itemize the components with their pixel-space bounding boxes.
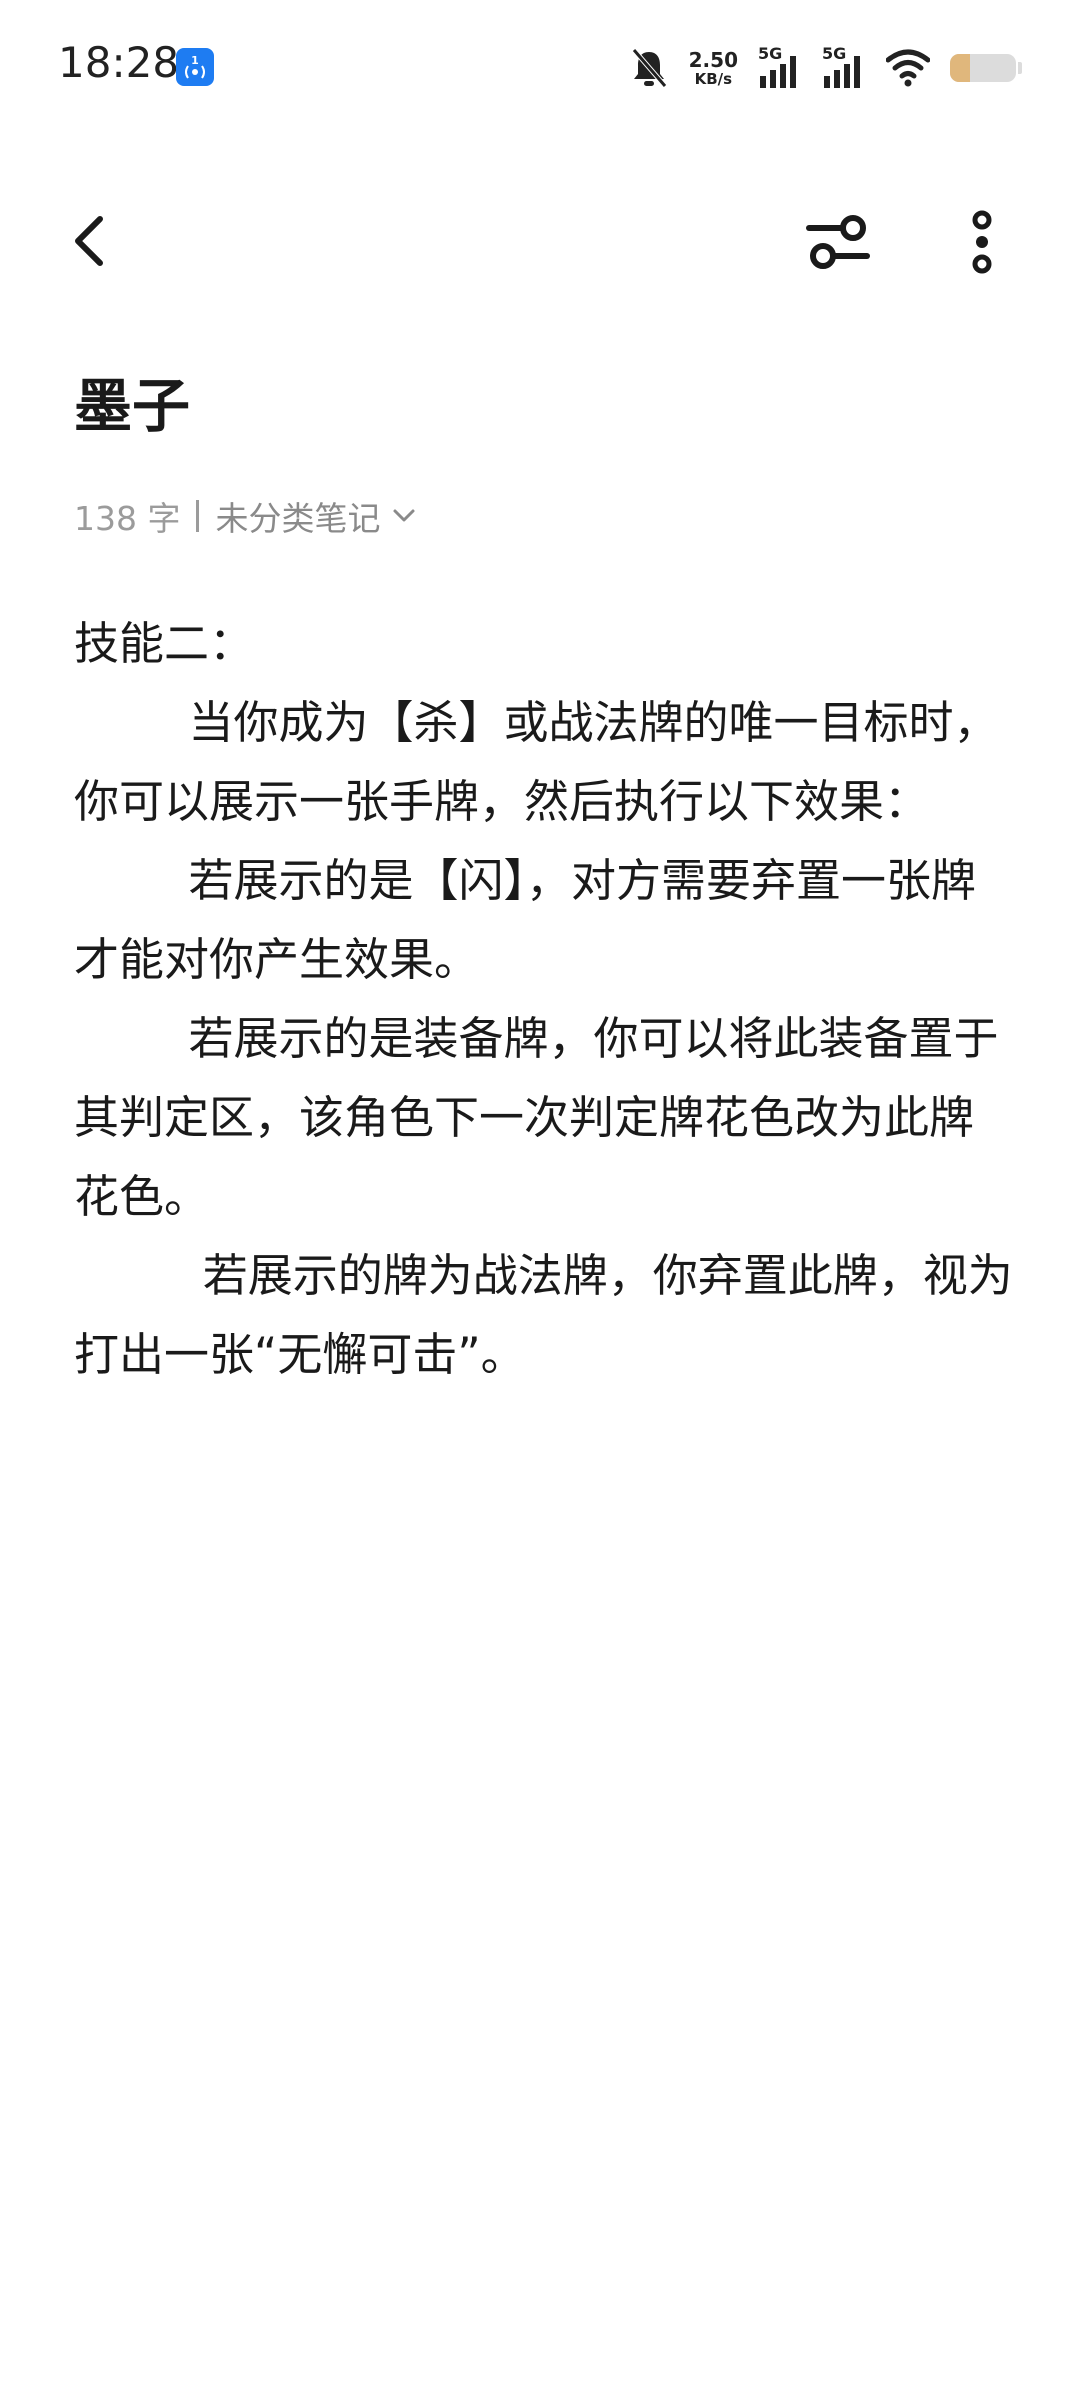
more-options-button[interactable] xyxy=(944,204,1020,280)
note-paragraph: 若展示的牌为战法牌，你弃置此牌，视为打出一张“无懈可击”。 xyxy=(74,1249,1013,1381)
network-speed-value: 2.50 xyxy=(688,47,738,72)
note-paragraph: 当你成为【杀】或战法牌的唯一目标时，你可以展示一张手牌，然后执行以下效果： xyxy=(74,696,999,828)
note-settings-button[interactable] xyxy=(800,204,876,280)
category-selector[interactable]: 未分类笔记 xyxy=(215,492,380,540)
note-paragraph: 技能二： xyxy=(74,617,255,670)
network-speed-unit: KB/s xyxy=(694,69,733,88)
more-vertical-icon xyxy=(972,210,992,274)
note-meta: 138 字 未分类笔记 xyxy=(74,492,416,540)
back-button[interactable] xyxy=(58,206,122,276)
note-toolbar xyxy=(0,180,1080,300)
signal-icon: 5G xyxy=(758,44,802,90)
battery-body xyxy=(950,54,1016,82)
note-paragraph: 若展示的是【闪】，对方需要弃置一张牌才能对你产生效果。 xyxy=(74,854,976,986)
svg-text:1: 1 xyxy=(191,54,199,67)
note-body[interactable]: 技能二： 当你成为【杀】或战法牌的唯一目标时，你可以展示一张手牌，然后执行以下效… xyxy=(74,604,1014,1394)
status-time: 18:28 xyxy=(58,38,180,87)
meta-divider xyxy=(196,500,200,532)
note-title[interactable]: 墨子 xyxy=(74,372,190,442)
app-notification-icon: 1 xyxy=(176,48,214,86)
wifi-icon xyxy=(886,48,930,88)
sliders-icon xyxy=(806,215,870,269)
network-speed: 2.50 KB/s xyxy=(689,50,738,87)
chevron-left-icon xyxy=(75,216,103,266)
category-label: 未分类笔记 xyxy=(215,499,381,538)
chevron-down-icon[interactable] xyxy=(392,508,416,524)
signal-icon: 5G xyxy=(822,44,866,90)
battery-cap xyxy=(1018,62,1022,74)
battery-icon xyxy=(950,54,1022,82)
status-bar: 18:28 1 2.50 KB/s 5G 5G xyxy=(0,0,1080,134)
bell-muted-icon xyxy=(629,46,669,90)
note-screen: 18:28 1 2.50 KB/s 5G 5G 墨子 138 字 未分类笔记 技… xyxy=(0,0,1080,2400)
status-icons: 2.50 KB/s 5G 5G xyxy=(609,40,1022,96)
battery-fill xyxy=(950,54,970,82)
word-count: 138 字 xyxy=(74,499,181,538)
note-paragraph: 若展示的是装备牌，你可以将此装备置于其判定区，该角色下一次判定牌花色改为此牌花色… xyxy=(74,1012,999,1223)
